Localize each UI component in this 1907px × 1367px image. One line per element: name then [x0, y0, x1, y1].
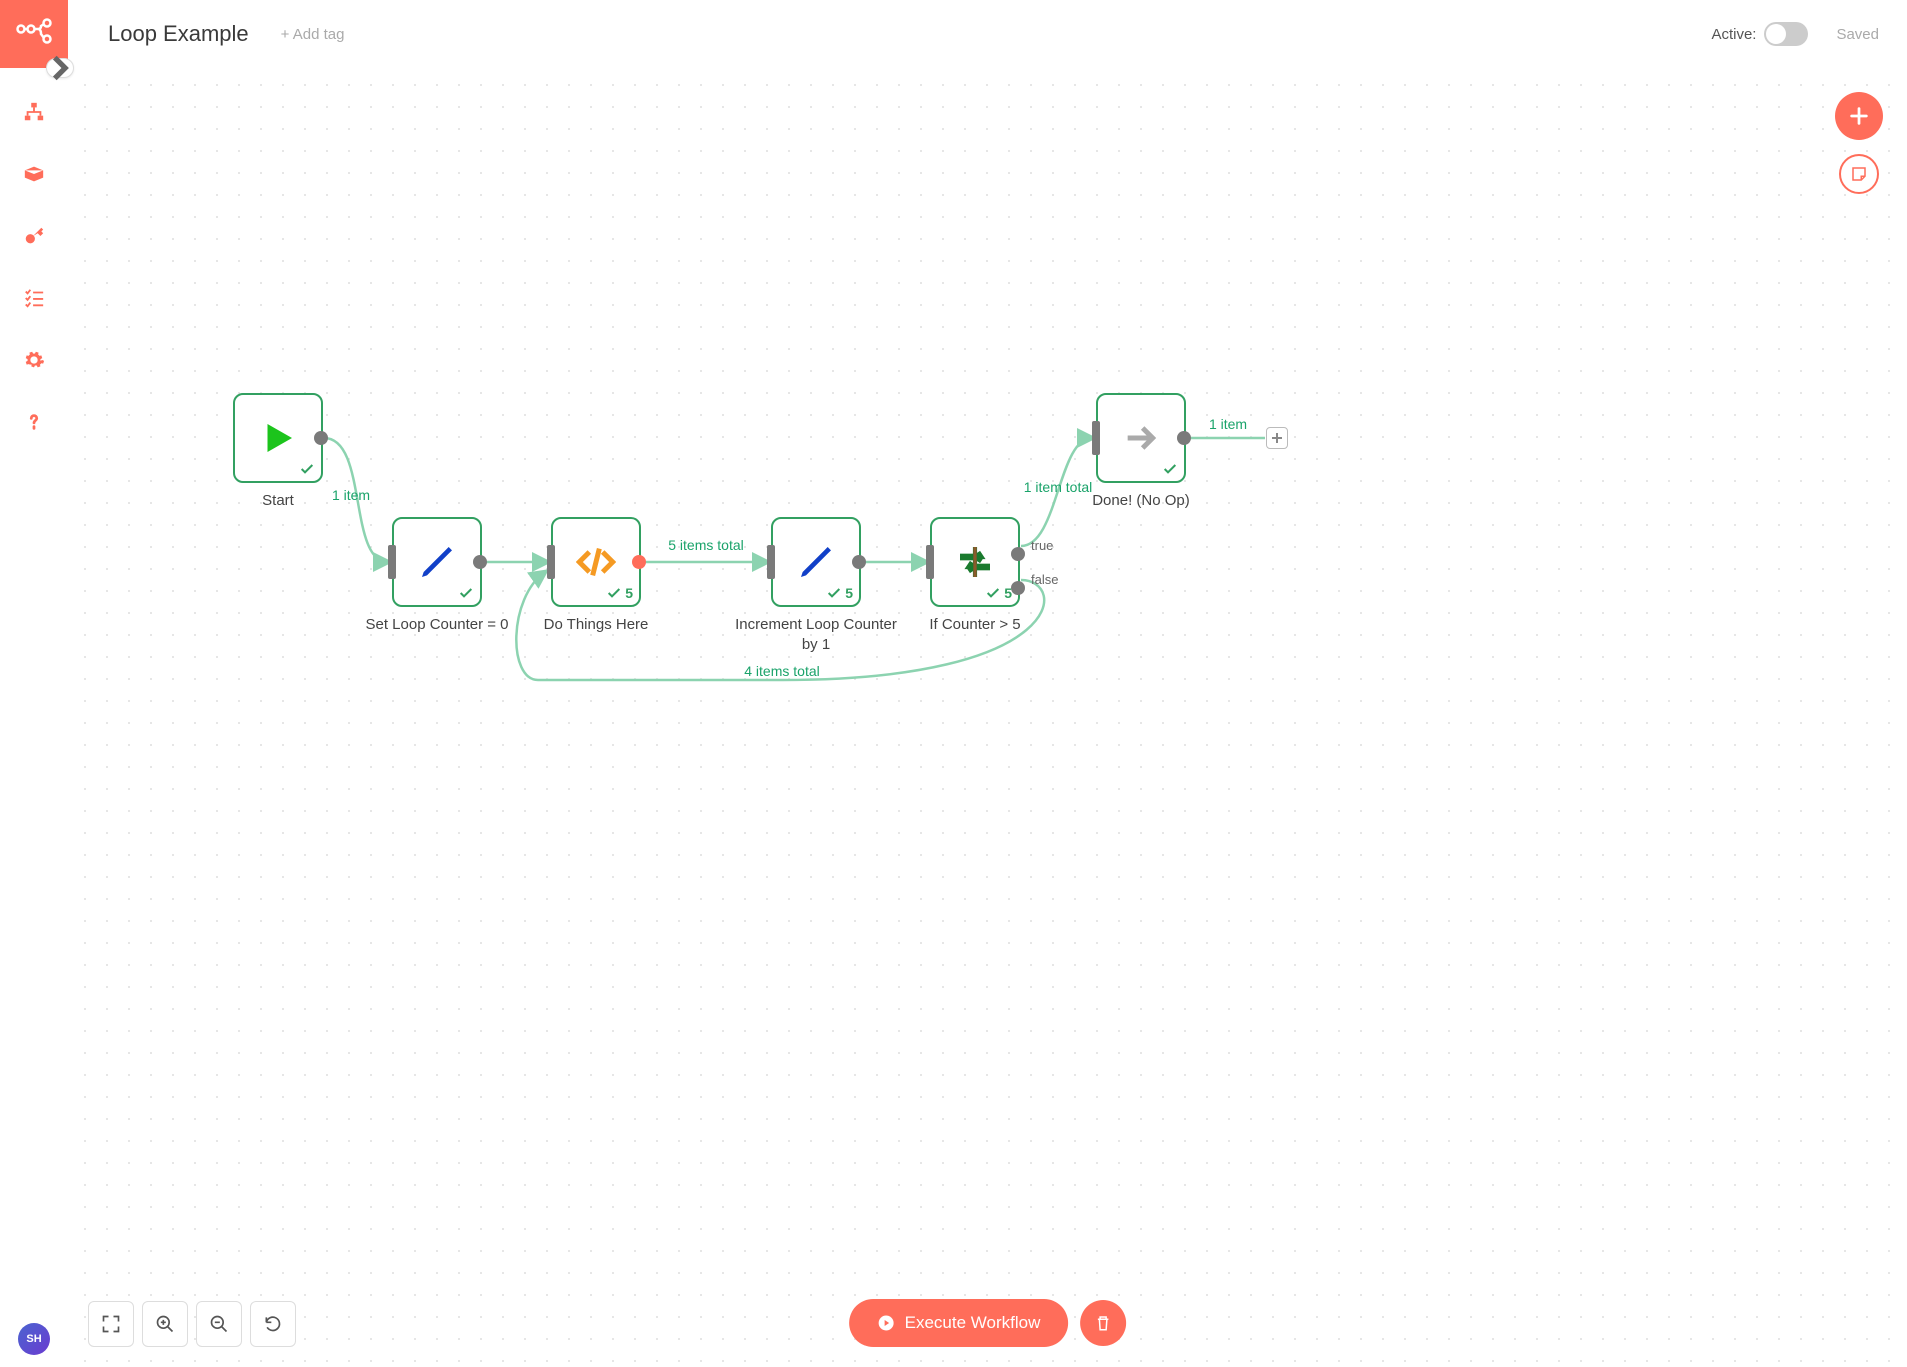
- check-icon: [826, 585, 842, 601]
- zoom-in-button[interactable]: [142, 1301, 188, 1347]
- node-do-things[interactable]: 5 Do Things Here: [551, 517, 641, 635]
- main: Loop Example + Add tag Active: Saved 1 i…: [68, 0, 1907, 1367]
- list-check-icon: [23, 287, 45, 309]
- logo[interactable]: [0, 0, 68, 68]
- run-count: 5: [1004, 585, 1012, 601]
- chevron-right-icon: [47, 48, 73, 88]
- output-port[interactable]: [473, 555, 487, 569]
- node-label: Do Things Here: [511, 615, 681, 635]
- arrow-right-icon: [1121, 418, 1161, 458]
- node-label: Set Loop Counter = 0: [352, 615, 522, 635]
- active-label: Active:: [1711, 26, 1756, 43]
- header: Loop Example + Add tag Active: Saved: [68, 0, 1907, 68]
- undo-icon: [263, 1314, 283, 1334]
- sidebar-item-settings[interactable]: [22, 348, 46, 372]
- output-port[interactable]: [852, 555, 866, 569]
- trash-icon: [1094, 1314, 1112, 1332]
- expand-icon: [101, 1314, 121, 1334]
- sidebar-item-credentials[interactable]: [22, 224, 46, 248]
- user-avatar[interactable]: SH: [18, 1323, 50, 1355]
- run-count: 5: [845, 585, 853, 601]
- pencil-icon: [417, 542, 457, 582]
- node-label: Start: [193, 491, 363, 511]
- code-icon: [576, 542, 616, 582]
- node-set-counter[interactable]: Set Loop Counter = 0: [392, 517, 482, 635]
- delete-button[interactable]: [1080, 1300, 1126, 1346]
- add-note-button[interactable]: [1839, 154, 1879, 194]
- sticky-note-icon: [1850, 165, 1868, 183]
- save-status: Saved: [1836, 26, 1879, 43]
- if-false-label: false: [1031, 572, 1058, 587]
- zoom-in-icon: [155, 1314, 175, 1334]
- pencil-icon: [796, 542, 836, 582]
- output-port[interactable]: [632, 555, 646, 569]
- output-label: 1 item: [1209, 416, 1247, 432]
- sidebar-item-templates[interactable]: [22, 162, 46, 186]
- node-if[interactable]: 5 If Counter > 5: [930, 517, 1020, 635]
- node-done[interactable]: Done! (No Op): [1096, 393, 1186, 511]
- edge-label: 5 items total: [668, 537, 743, 553]
- input-port[interactable]: [767, 545, 775, 579]
- zoom-out-button[interactable]: [196, 1301, 242, 1347]
- sidebar-expand-toggle[interactable]: [46, 58, 74, 78]
- reset-zoom-button[interactable]: [250, 1301, 296, 1347]
- connections-layer: 1 item 5 items total 1 item total 4 item…: [68, 68, 1907, 1367]
- input-port[interactable]: [547, 545, 555, 579]
- output-port[interactable]: [1177, 431, 1191, 445]
- plus-icon: [1848, 105, 1870, 127]
- check-icon: [985, 585, 1001, 601]
- zoom-out-icon: [209, 1314, 229, 1334]
- check-icon: [606, 585, 622, 601]
- add-node-button[interactable]: [1835, 92, 1883, 140]
- run-count: 5: [625, 585, 633, 601]
- sidebar-item-workflows[interactable]: [22, 100, 46, 124]
- check-icon: [1162, 461, 1178, 477]
- sitemap-icon: [23, 101, 45, 123]
- gear-icon: [23, 349, 45, 371]
- check-icon: [299, 461, 315, 477]
- output-port[interactable]: [314, 431, 328, 445]
- node-label: If Counter > 5: [890, 615, 1060, 635]
- fit-view-button[interactable]: [88, 1301, 134, 1347]
- input-port[interactable]: [1092, 421, 1100, 455]
- sidebar-item-executions[interactable]: [22, 286, 46, 310]
- output-port-false[interactable]: [1011, 581, 1025, 595]
- plus-icon: [1271, 432, 1283, 444]
- input-port[interactable]: [926, 545, 934, 579]
- node-start[interactable]: Start: [233, 393, 323, 511]
- workflow-canvas[interactable]: 1 item 5 items total 1 item total 4 item…: [68, 68, 1907, 1367]
- workflow-title[interactable]: Loop Example: [108, 21, 249, 47]
- add-tag-button[interactable]: + Add tag: [281, 26, 345, 43]
- split-icon: [955, 542, 995, 582]
- active-toggle[interactable]: [1764, 22, 1808, 46]
- node-label: Done! (No Op): [1056, 491, 1226, 511]
- key-icon: [23, 225, 45, 247]
- play-icon: [257, 417, 299, 459]
- add-connection-button[interactable]: [1266, 427, 1288, 449]
- output-port-true[interactable]: [1011, 547, 1025, 561]
- execute-workflow-button[interactable]: Execute Workflow: [849, 1299, 1069, 1347]
- box-open-icon: [23, 163, 45, 185]
- if-true-label: true: [1031, 538, 1053, 553]
- input-port[interactable]: [388, 545, 396, 579]
- question-icon: [23, 411, 45, 433]
- play-circle-icon: [877, 1314, 895, 1332]
- edge-label: 4 items total: [744, 663, 819, 679]
- sidebar-item-help[interactable]: [22, 410, 46, 434]
- sidebar: SH: [0, 0, 68, 1367]
- node-label: Increment Loop Counter by 1: [731, 615, 901, 654]
- node-increment[interactable]: 5 Increment Loop Counter by 1: [771, 517, 861, 654]
- execute-label: Execute Workflow: [905, 1313, 1041, 1333]
- check-icon: [458, 585, 474, 601]
